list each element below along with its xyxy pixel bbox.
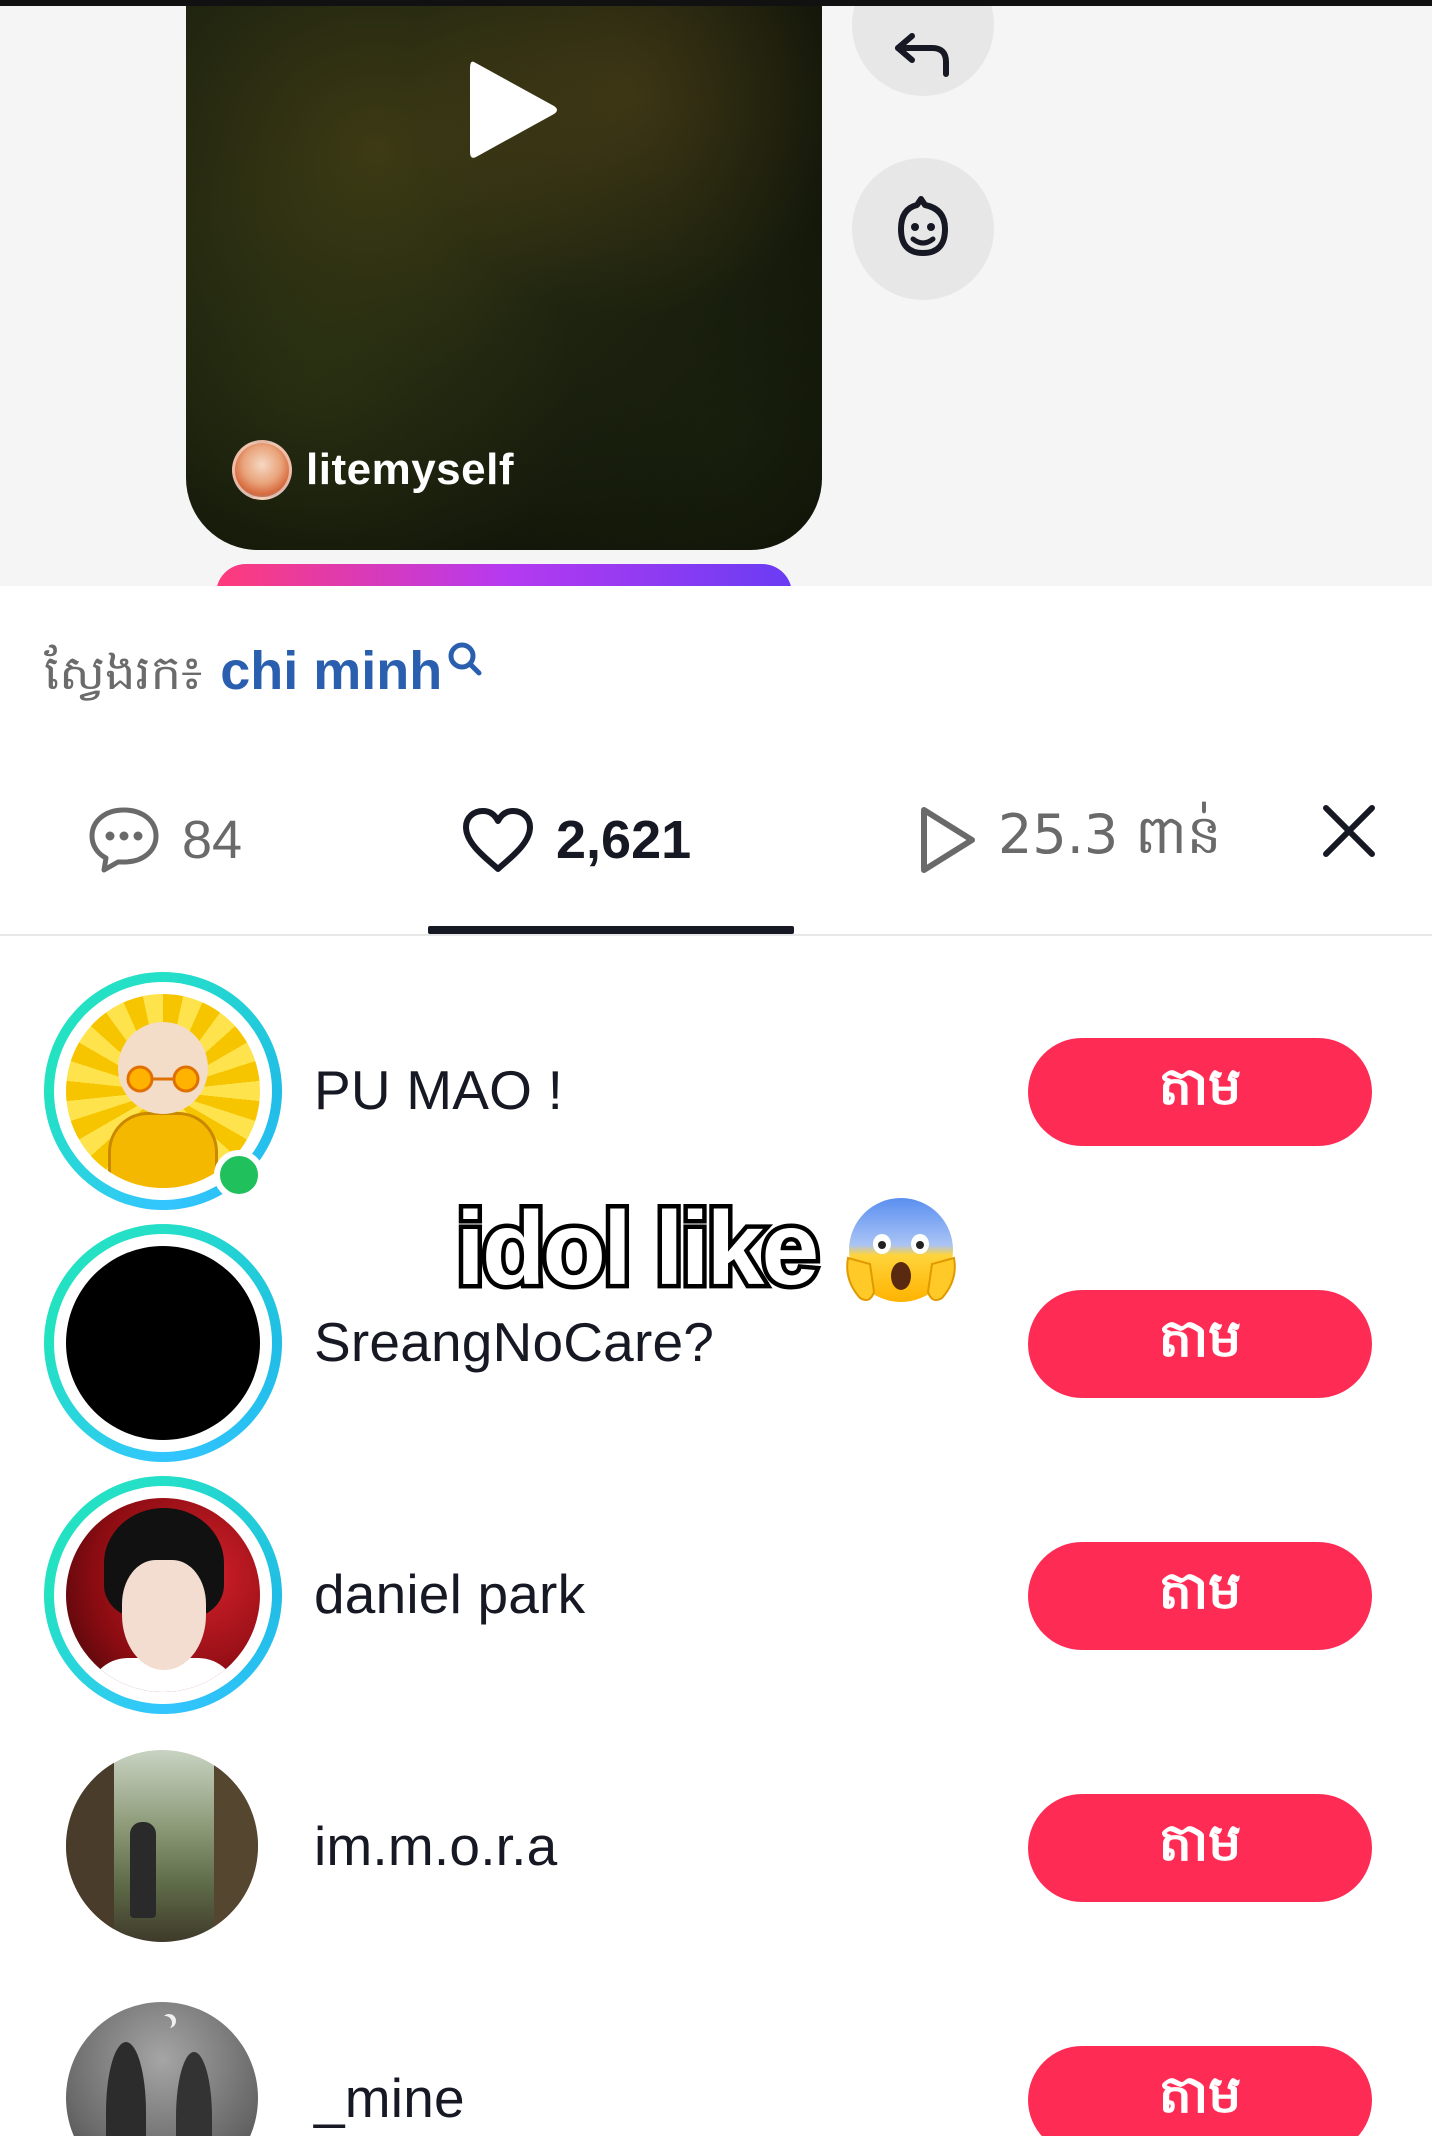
follow-button[interactable]: តាម [1028,1038,1372,1146]
play-icon[interactable] [462,54,562,166]
plays-count: 25.3 ពាន់ [998,802,1222,866]
avatar-image [66,1498,260,1692]
avatar[interactable] [44,1224,282,1462]
follow-button[interactable]: តាម [1028,1290,1372,1398]
tab-likes[interactable]: 2,621 [460,790,691,890]
video-preview-area: litemyself [0,0,1432,586]
follow-button[interactable]: តាម [1028,2046,1372,2136]
reply-button[interactable] [852,0,994,96]
list-item[interactable]: daniel park តាម [0,1464,1432,1714]
overlay-caption: idol like [451,1188,962,1310]
search-suggestion-label: ស្វែងរក៖ [44,645,203,701]
avatar[interactable] [44,1476,282,1714]
list-item[interactable]: im.m.o.r.a តាម [0,1716,1432,1966]
active-tab-indicator [428,926,794,934]
avatar-image [66,1246,260,1440]
likes-count: 2,621 [556,810,692,870]
smiley-face-icon [898,196,948,256]
close-icon[interactable] [1318,800,1380,862]
stats-tabs: 84 2,621 25.3 ពាន់ [0,790,1432,936]
search-icon [448,642,482,676]
username[interactable]: daniel park [314,1562,585,1626]
screaming-face-emoji-icon [846,1198,956,1302]
online-status-dot [214,1150,264,1200]
comments-count: 84 [182,810,243,870]
heart-icon [463,808,533,872]
overlay-caption-text: idol like [451,1191,823,1307]
author-avatar [232,440,292,500]
username[interactable]: PU MAO ! [314,1058,563,1122]
reply-arrow-icon [895,33,949,77]
video-author[interactable]: litemyself [232,440,514,500]
status-strip [0,0,1432,6]
username[interactable]: _mine [314,2066,465,2130]
avatar[interactable] [66,1750,258,1942]
follow-button[interactable]: តាម [1028,1542,1372,1650]
comment-bubble-icon [89,807,159,873]
play-outline-icon [921,807,975,873]
tab-plays[interactable]: 25.3 ពាន់ [914,790,1221,890]
next-video-card[interactable] [216,564,792,586]
follow-button[interactable]: តាម [1028,1794,1372,1902]
search-suggestion-term[interactable]: chi minh [220,640,442,702]
username[interactable]: im.m.o.r.a [314,1814,557,1878]
tab-comments[interactable]: 84 [86,790,242,890]
search-suggestion[interactable]: ស្វែងរក៖ chi minh [44,640,484,713]
glasses-icon [126,1065,200,1093]
username[interactable]: SreangNoCare? [314,1310,714,1374]
author-name: litemyself [306,445,514,494]
sticker-button[interactable] [852,158,994,300]
avatar[interactable] [66,2002,258,2136]
list-item[interactable]: _mine តាម [0,1968,1432,2136]
video-thumbnail[interactable]: litemyself [186,0,822,550]
